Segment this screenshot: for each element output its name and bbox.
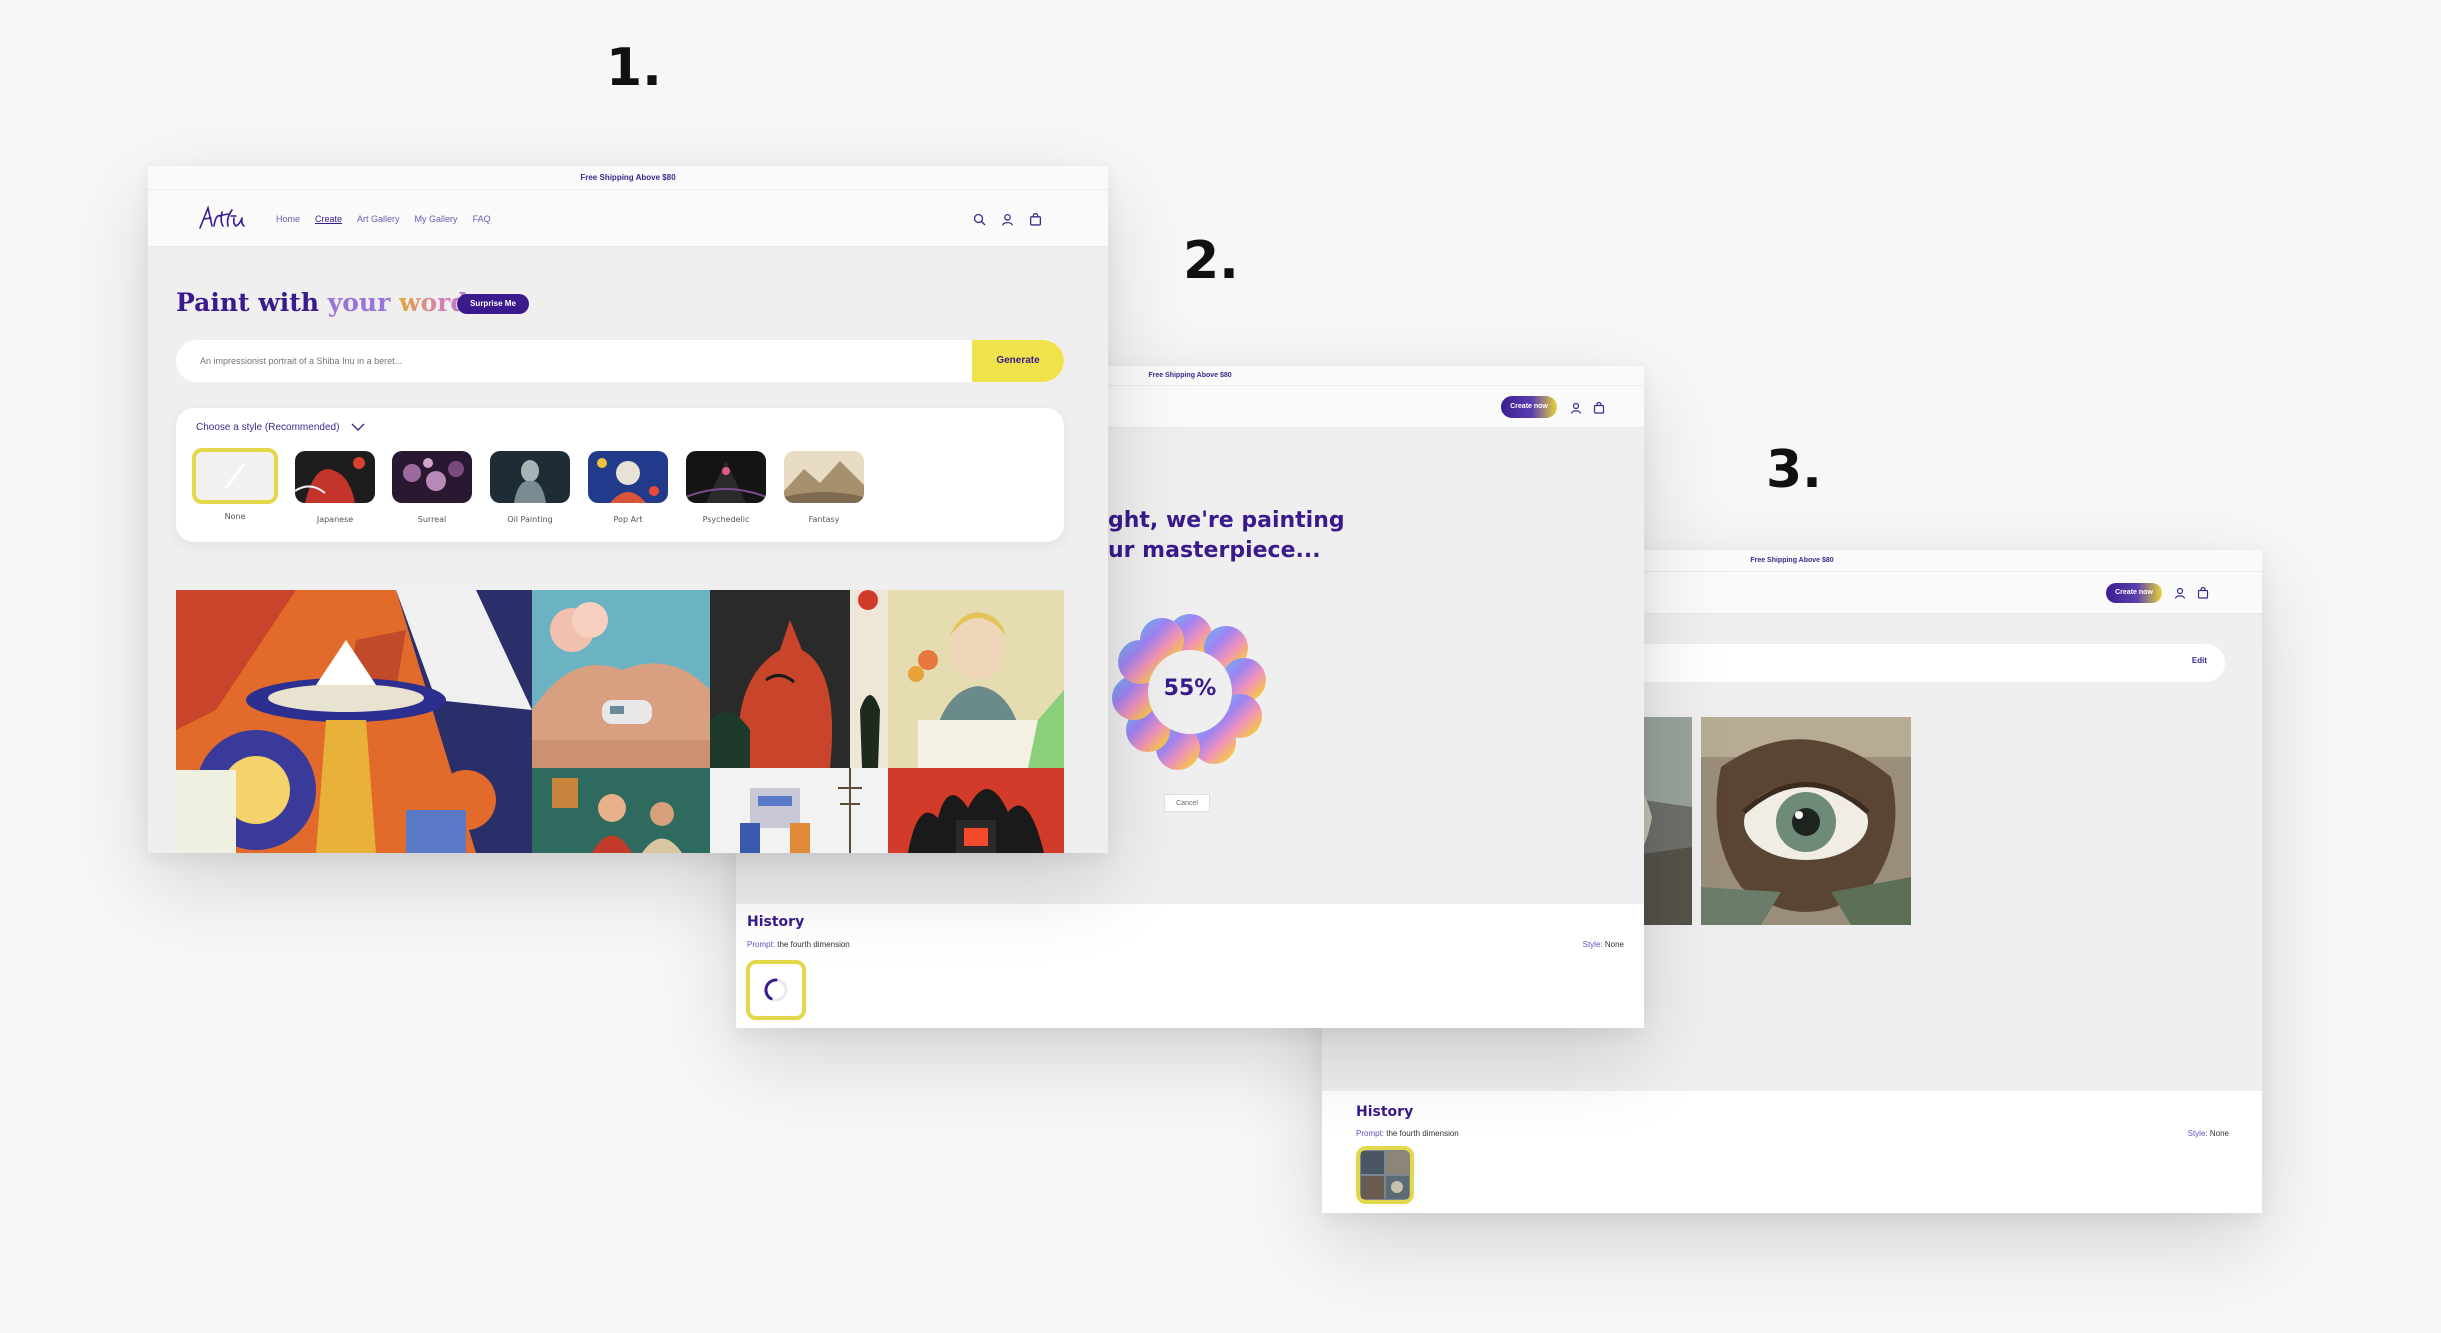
history-prompt: Prompt: the fourth dimension xyxy=(1356,1129,1459,1138)
history-style: Style: None xyxy=(1583,940,1624,949)
prompt-value: the fourth dimension xyxy=(1386,1129,1459,1138)
chevron-down-icon xyxy=(351,423,365,431)
history-panel: History Prompt: the fourth dimension Sty… xyxy=(736,904,1644,1028)
nav-faq[interactable]: FAQ xyxy=(473,214,491,224)
style-name: Psychedelic xyxy=(702,515,750,524)
style-thumb-oil-painting xyxy=(490,451,570,503)
style-thumb-japanese xyxy=(295,451,375,503)
prompt-value: the fourth dimension xyxy=(777,940,850,949)
gallery-image-robot[interactable] xyxy=(710,768,888,853)
search-icon[interactable] xyxy=(973,213,986,231)
inspiration-gallery xyxy=(176,590,1064,853)
style-name: Japanese xyxy=(316,515,354,524)
prompt-label: Prompt: xyxy=(747,940,776,949)
announcement-bar: Free Shipping Above $80 xyxy=(148,166,1108,190)
cart-icon[interactable] xyxy=(2197,586,2209,604)
create-now-button[interactable]: Create now xyxy=(2106,583,2162,603)
account-icon[interactable] xyxy=(1570,401,1582,419)
style-thumb-psychedelic xyxy=(686,451,766,503)
style-option-oil-painting[interactable]: Oil Painting xyxy=(490,451,570,524)
no-style-icon xyxy=(224,463,246,489)
style-value: None xyxy=(2209,1129,2229,1138)
step-number-2: 2. xyxy=(1183,231,1239,291)
step-number-3: 3. xyxy=(1766,440,1822,500)
style-value: None xyxy=(1604,940,1624,949)
style-label: Style: xyxy=(2187,1129,2208,1138)
style-dropdown[interactable]: Choose a style (Recommended) xyxy=(196,422,365,433)
heading-part-1: Paint with xyxy=(176,288,328,317)
style-name: Surreal xyxy=(417,515,447,524)
style-name: Fantasy xyxy=(808,515,840,524)
style-name: Oil Painting xyxy=(507,515,553,524)
history-style: Style: None xyxy=(2188,1129,2229,1138)
account-icon[interactable] xyxy=(1001,213,1014,231)
cancel-button[interactable]: Cancel xyxy=(1164,794,1210,812)
progress-ring: 55% xyxy=(1108,610,1272,774)
prompt-bar: Generate xyxy=(176,340,1064,382)
prompt-input[interactable] xyxy=(176,340,970,382)
style-option-none[interactable]: None xyxy=(192,448,278,521)
headline-line-2: ur masterpiece... xyxy=(1108,538,1321,563)
generate-button[interactable]: Generate xyxy=(972,340,1064,382)
style-name: Pop Art xyxy=(613,515,643,524)
site-header: Home Create Art Gallery My Gallery FAQ xyxy=(148,190,1108,247)
page-heading: Paint with your words xyxy=(176,288,482,317)
nav-home[interactable]: Home xyxy=(276,214,300,224)
style-picker: Choose a style (Recommended) None Japane… xyxy=(176,408,1064,542)
step-number-1: 1. xyxy=(606,38,662,98)
gallery-image-fire[interactable] xyxy=(888,768,1064,853)
account-icon[interactable] xyxy=(2174,586,2186,604)
result-image-3[interactable] xyxy=(1701,717,1911,925)
style-label: Style: xyxy=(1582,940,1603,949)
gallery-image-portrait[interactable] xyxy=(888,590,1064,768)
gallery-image-desert[interactable] xyxy=(532,590,710,768)
gallery-image-fox[interactable] xyxy=(710,590,888,768)
edit-link[interactable]: Edit xyxy=(2192,656,2207,665)
cart-icon[interactable] xyxy=(1593,401,1605,419)
style-thumb-pop-art xyxy=(588,451,668,503)
main-nav: Home Create Art Gallery My Gallery FAQ xyxy=(276,214,491,224)
artifici-logo-icon xyxy=(199,205,245,229)
nav-create[interactable]: Create xyxy=(315,214,342,224)
history-title: History xyxy=(1356,1104,1414,1120)
prompt-label: Prompt: xyxy=(1356,1129,1385,1138)
create-screen: Free Shipping Above $80 Home Create Art … xyxy=(148,166,1108,853)
history-panel: History Prompt: the fourth dimension Sty… xyxy=(1322,1091,2262,1213)
style-option-pop-art[interactable]: Pop Art xyxy=(588,451,668,524)
create-now-button[interactable]: Create now xyxy=(1501,396,1557,418)
headline-line-1: ght, we're painting xyxy=(1108,508,1345,533)
heading-part-2: your xyxy=(327,288,399,317)
history-prompt: Prompt: the fourth dimension xyxy=(747,940,850,949)
cart-icon[interactable] xyxy=(1029,212,1042,231)
gallery-image-living-room[interactable] xyxy=(532,768,710,853)
surprise-me-button[interactable]: Surprise Me xyxy=(457,294,529,314)
painting-headline: ght, we're painting ur masterpiece... xyxy=(1108,506,1345,566)
style-name: None xyxy=(224,512,246,521)
style-option-surreal[interactable]: Surreal xyxy=(392,451,472,524)
gallery-image-abstract[interactable] xyxy=(176,590,532,853)
nav-my-gallery[interactable]: My Gallery xyxy=(415,214,458,224)
style-thumb-none xyxy=(192,448,278,504)
history-thumbnail[interactable] xyxy=(1356,1146,1414,1204)
style-thumb-fantasy xyxy=(784,451,864,503)
style-dropdown-label: Choose a style (Recommended) xyxy=(196,422,340,433)
progress-percent: 55% xyxy=(1163,676,1217,701)
history-thumbnail-loading[interactable] xyxy=(746,960,806,1020)
style-option-fantasy[interactable]: Fantasy xyxy=(784,451,864,524)
style-option-psychedelic[interactable]: Psychedelic xyxy=(686,451,766,524)
style-thumb-surreal xyxy=(392,451,472,503)
style-option-japanese[interactable]: Japanese xyxy=(295,451,375,524)
nav-art-gallery[interactable]: Art Gallery xyxy=(357,214,400,224)
history-title: History xyxy=(747,914,805,930)
brand-logo[interactable] xyxy=(196,204,248,237)
loading-spinner-icon xyxy=(764,978,788,1002)
